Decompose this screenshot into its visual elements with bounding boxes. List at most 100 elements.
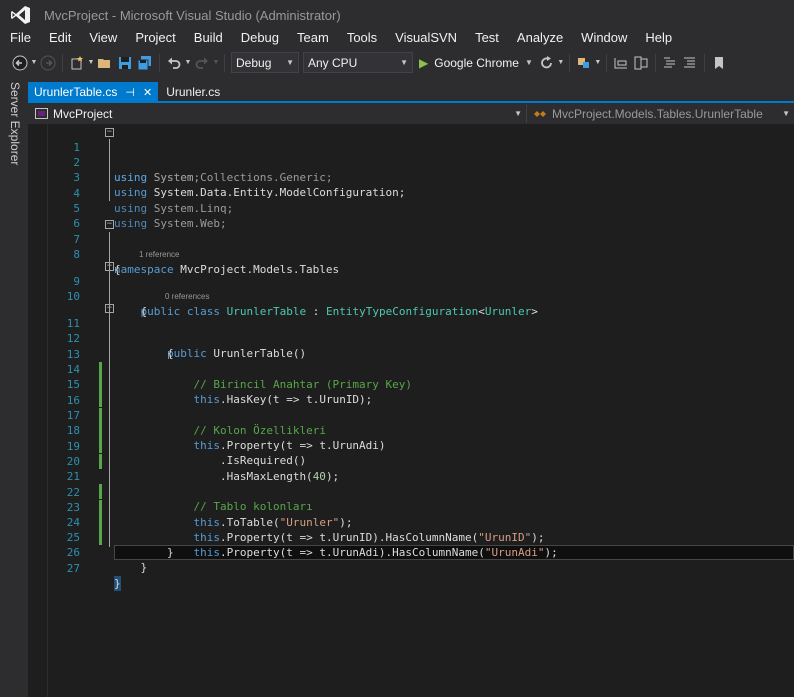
menu-visualsvn[interactable]: VisualSVN: [386, 28, 466, 48]
open-file-icon[interactable]: [95, 53, 115, 73]
solution-platform-value: Any CPU: [308, 55, 358, 70]
tab-label: Urunler.cs: [166, 85, 221, 99]
menu-project[interactable]: Project: [126, 28, 184, 48]
back-dropdown-icon[interactable]: ▼: [30, 53, 38, 73]
code-line: 27 }: [28, 546, 794, 591]
visual-studio-logo-icon: [6, 0, 36, 30]
start-debugging-button[interactable]: ▶ Google Chrome ▼: [415, 56, 537, 70]
collapse-icon[interactable]: −: [105, 262, 114, 271]
member-dropdown[interactable]: MvcProject.Models.Tables.UrunlerTable ▼: [526, 104, 794, 123]
pin-icon[interactable]: ⊣: [125, 86, 135, 99]
step-over-icon[interactable]: [611, 53, 631, 73]
toolbar-divider: [703, 53, 705, 72]
solution-configuration-dropdown[interactable]: Debug ▼: [231, 52, 299, 73]
menu-file[interactable]: File: [0, 28, 40, 48]
left-tool-strip: [0, 76, 28, 697]
document-tabs: UrunlerTable.cs ⊣ ✕ Urunler.cs: [28, 82, 794, 102]
new-project-icon[interactable]: [67, 53, 87, 73]
code-line: 19 .HasMaxLength(40);: [28, 424, 794, 483]
menu-help[interactable]: Help: [636, 28, 681, 48]
browser-link-icon[interactable]: [574, 53, 594, 73]
solution-platform-dropdown[interactable]: Any CPU ▼: [303, 52, 413, 73]
toolbar-divider: [568, 53, 570, 72]
code-line: 5 using System.Web;: [28, 186, 794, 230]
window-title: MvcProject - Microsoft Visual Studio (Ad…: [44, 7, 341, 23]
standard-toolbar: ▼ ▼ ▼ ▼ Debug ▼ Any CPU ▼ ▶ Google Chrom…: [0, 49, 794, 76]
forward-icon[interactable]: [38, 53, 58, 73]
menu-analyze[interactable]: Analyze: [508, 28, 572, 48]
line-number: 27: [66, 562, 80, 575]
save-all-icon[interactable]: [135, 53, 155, 73]
server-explorer-tab[interactable]: Server Explorer: [8, 82, 22, 165]
code-editor[interactable]: 1 − using System; 2 using System.Collect…: [28, 124, 794, 697]
save-icon[interactable]: [115, 53, 135, 73]
code-line: 1 − using System;: [28, 125, 794, 185]
code-token: }: [114, 576, 121, 591]
code-line: 4 using System.Linq;: [28, 171, 794, 215]
new-dropdown-icon[interactable]: ▼: [87, 53, 95, 73]
navigation-bar: MvcProject ▼ MvcProject.Models.Tables.Ur…: [28, 103, 794, 124]
collapse-icon[interactable]: −: [105, 220, 114, 229]
menu-build[interactable]: Build: [185, 28, 232, 48]
solution-configuration-value: Debug: [236, 55, 272, 70]
code-line: 21 // Tablo kolonları: [28, 454, 794, 513]
code-line: 14 this.HasKey(t => t.UrunID);: [28, 347, 794, 406]
menu-view[interactable]: View: [80, 28, 126, 48]
chevron-down-icon: ▼: [514, 109, 522, 118]
title-bar: MvcProject - Microsoft Visual Studio (Ad…: [0, 0, 794, 30]
toolbar-divider: [224, 53, 225, 72]
code-line: 20: [28, 439, 794, 468]
code-line: 26 }: [28, 530, 794, 574]
undo-dropdown-icon[interactable]: ▼: [184, 53, 192, 73]
code-line: 7 − namespace MvcProject.Models.Tables: [28, 217, 794, 277]
redo-icon[interactable]: [192, 53, 212, 73]
csharp-project-icon: [34, 108, 48, 120]
tab-urunlertable-cs[interactable]: UrunlerTable.cs ⊣ ✕: [28, 82, 159, 102]
code-line: 9 − public class UrunlerTable : EntityTy…: [28, 259, 794, 319]
code-line: 10 {: [28, 274, 794, 318]
class-icon: [533, 108, 547, 120]
tab-urunler-cs[interactable]: Urunler.cs: [158, 82, 228, 102]
code-line: 24 this.Property(t => t.UrunAdi).HasColu…: [28, 500, 794, 559]
play-icon: ▶: [419, 55, 429, 70]
chevron-down-icon: ▼: [400, 58, 408, 67]
collapse-icon[interactable]: −: [105, 304, 114, 313]
code-line: 3 using System.Data.Entity.ModelConfigur…: [28, 155, 794, 199]
code-line: 18 .IsRequired(): [28, 408, 794, 467]
code-line: 13 // Birincil Anahtar (Primary Key): [28, 332, 794, 391]
browser-link-dropdown-icon[interactable]: ▼: [594, 53, 602, 73]
menu-edit[interactable]: Edit: [40, 28, 80, 48]
tab-label: UrunlerTable.cs: [34, 85, 118, 99]
redo-dropdown-icon[interactable]: ▼: [212, 53, 220, 73]
code-line: 11 − public UrunlerTable(): [28, 301, 794, 361]
comment-lines-icon[interactable]: [660, 53, 680, 73]
code-line: 2 using System.Collections.Generic;: [28, 140, 794, 184]
code-line: 8 {: [28, 232, 794, 276]
collapse-icon[interactable]: −: [105, 128, 114, 137]
code-line: 25 }: [28, 515, 794, 559]
code-line: 17 this.Property(t => t.UrunAdi): [28, 393, 794, 452]
member-name: MvcProject.Models.Tables.UrunlerTable: [552, 106, 763, 121]
chevron-down-icon: ▼: [524, 58, 533, 67]
menu-team[interactable]: Team: [288, 28, 338, 48]
menu-window[interactable]: Window: [572, 28, 636, 48]
project-dropdown[interactable]: MvcProject ▼: [28, 104, 526, 123]
close-icon[interactable]: ✕: [143, 86, 152, 99]
chevron-down-icon: ▼: [286, 58, 294, 67]
refresh-icon[interactable]: [537, 53, 557, 73]
code-line: 23 this.Property(t => t.UrunID).HasColum…: [28, 485, 794, 544]
bookmark-icon[interactable]: [709, 53, 729, 73]
code-line: 16 // Kolon Özellikleri: [28, 378, 794, 437]
menu-debug[interactable]: Debug: [232, 28, 288, 48]
undo-icon[interactable]: [164, 53, 184, 73]
code-line: 15: [28, 362, 794, 407]
uncomment-lines-icon[interactable]: [680, 53, 700, 73]
code-line: 6: [28, 201, 794, 230]
menu-test[interactable]: Test: [466, 28, 508, 48]
back-icon[interactable]: [10, 53, 30, 73]
refresh-dropdown-icon[interactable]: ▼: [557, 53, 565, 73]
solution-explorer-icon[interactable]: [631, 53, 651, 73]
menu-tools[interactable]: Tools: [338, 28, 386, 48]
project-name: MvcProject: [53, 106, 113, 121]
toolbar-divider: [605, 53, 607, 72]
